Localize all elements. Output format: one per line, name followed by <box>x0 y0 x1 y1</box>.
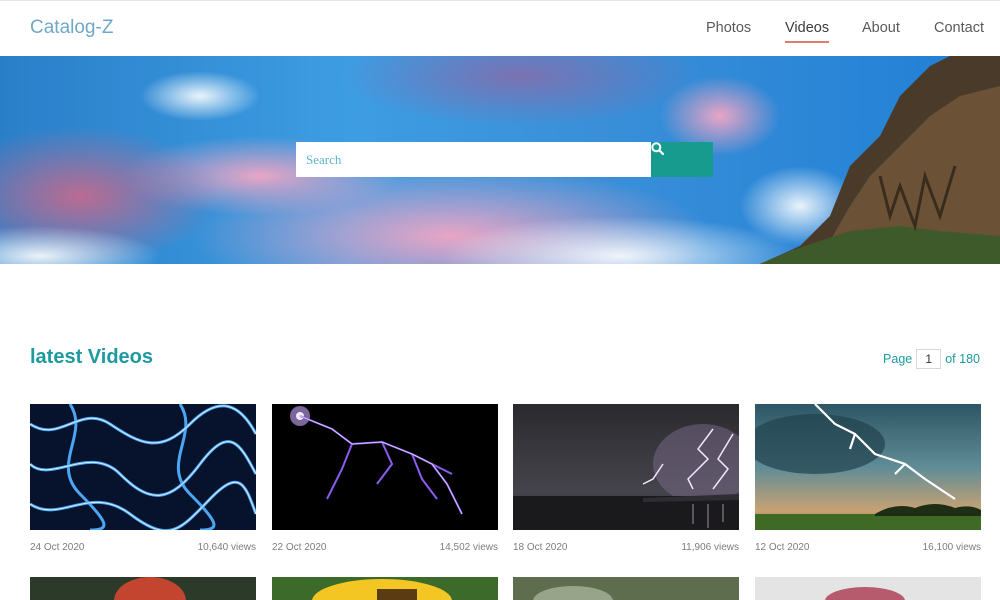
nav-link-photos[interactable]: Photos <box>706 20 751 36</box>
page-number-input[interactable] <box>916 349 942 369</box>
video-thumbnail-row2-4[interactable] <box>755 577 981 600</box>
video-thumbnail-lightning-field[interactable] <box>755 404 981 530</box>
video-views: 11,906 views <box>681 542 739 553</box>
video-views: 16,100 views <box>922 542 981 553</box>
search-input[interactable] <box>296 142 651 177</box>
section-title: latest Videos <box>30 346 154 368</box>
video-card[interactable]: 24 Oct 2020 10,640 views <box>30 404 256 553</box>
video-thumbnail-row2-3[interactable] <box>513 577 739 600</box>
nav-link-contact[interactable]: Contact <box>934 20 984 36</box>
video-date: 24 Oct 2020 <box>30 542 85 553</box>
search-button[interactable] <box>651 142 713 177</box>
video-thumbnail-purple-lightning[interactable] <box>272 404 498 530</box>
video-meta: 22 Oct 2020 14,502 views <box>272 542 498 553</box>
navbar: Catalog-Z Photos Videos About Contact <box>0 0 1000 56</box>
video-thumbnail-row2-1[interactable] <box>30 577 256 600</box>
video-date: 22 Oct 2020 <box>272 542 327 553</box>
hero-banner <box>0 56 1000 264</box>
brand-logo[interactable]: Catalog-Z <box>30 17 113 39</box>
video-thumbnail-storm-sea[interactable] <box>513 404 739 530</box>
video-date: 18 Oct 2020 <box>513 542 568 553</box>
video-views: 10,640 views <box>197 542 256 553</box>
page-prefix: Page <box>883 352 913 366</box>
active-nav-underline <box>785 41 830 43</box>
nav-link-about[interactable]: About <box>862 20 900 36</box>
video-thumbnail-electric-waves[interactable] <box>30 404 256 530</box>
video-meta: 18 Oct 2020 11,906 views <box>513 542 739 553</box>
video-card[interactable]: 12 Oct 2020 16,100 views <box>755 404 981 553</box>
nav-link-videos[interactable]: Videos <box>785 20 830 43</box>
video-meta: 24 Oct 2020 10,640 views <box>30 542 256 553</box>
video-date: 12 Oct 2020 <box>755 542 810 553</box>
video-thumbnail-row2-2[interactable] <box>272 577 498 600</box>
search-icon <box>651 142 664 155</box>
video-card[interactable]: 22 Oct 2020 14,502 views <box>272 404 498 553</box>
page-suffix: of 180 <box>945 352 980 366</box>
video-meta: 12 Oct 2020 16,100 views <box>755 542 981 553</box>
nav-link-videos-label: Videos <box>785 20 830 36</box>
pagination: Page of 180 <box>883 349 980 369</box>
video-card[interactable]: 18 Oct 2020 11,906 views <box>513 404 739 553</box>
video-views: 14,502 views <box>439 542 498 553</box>
